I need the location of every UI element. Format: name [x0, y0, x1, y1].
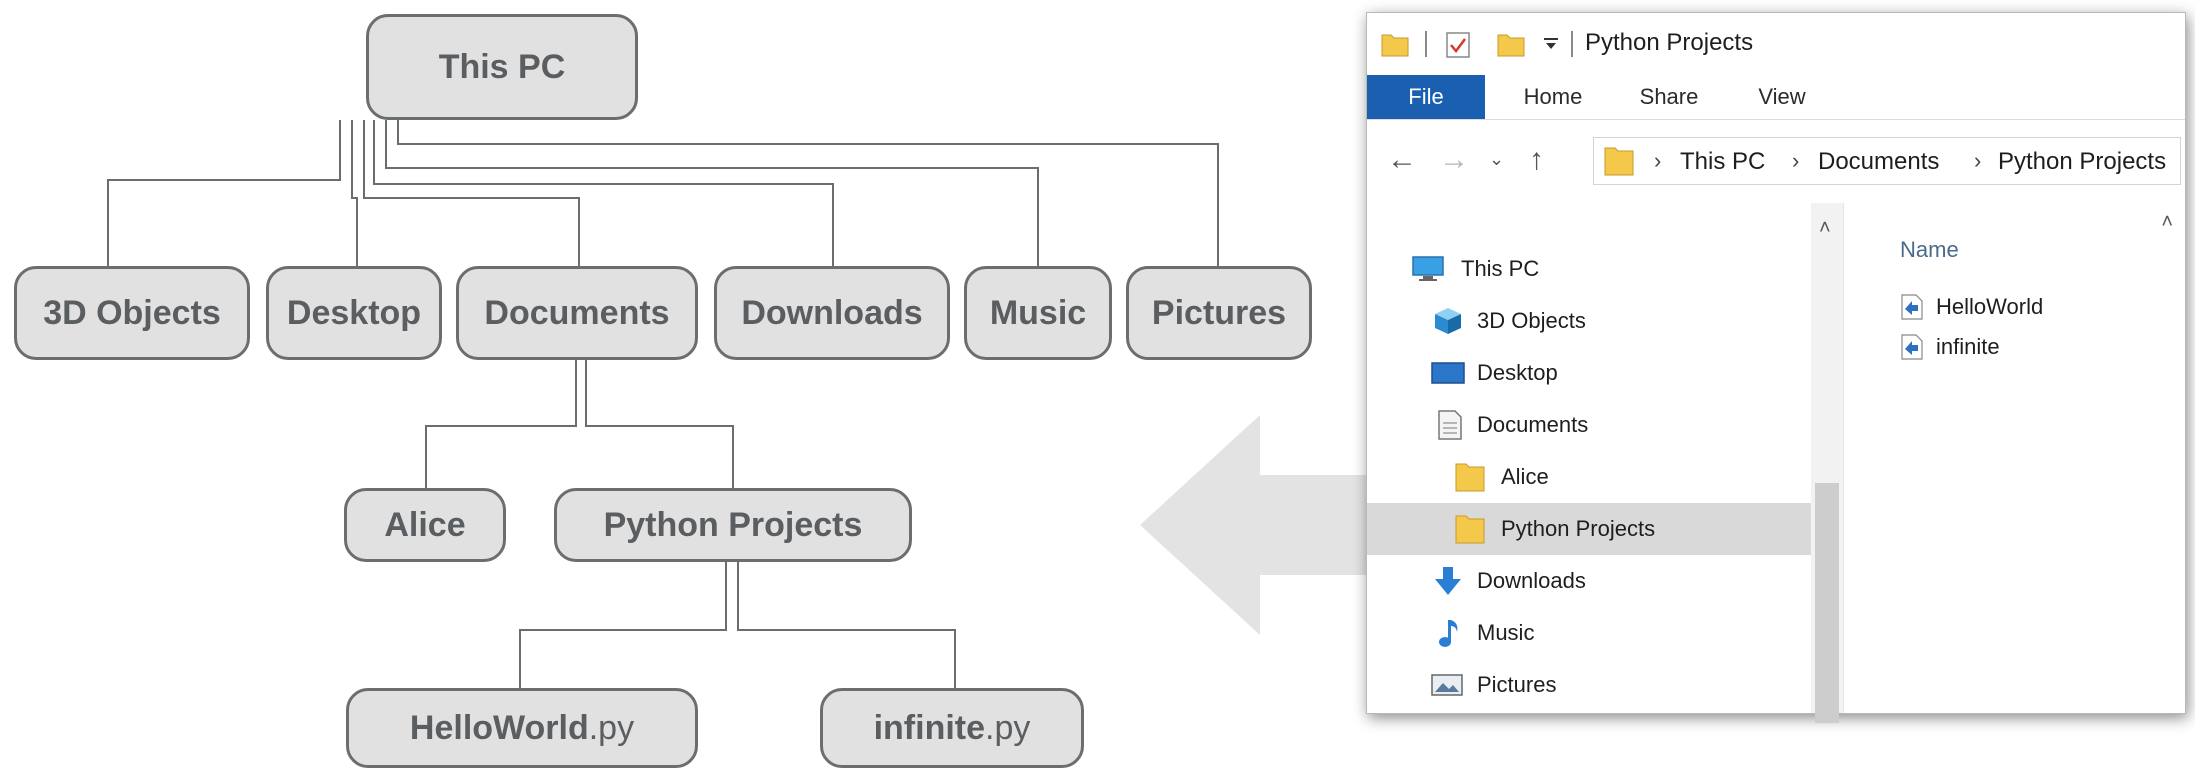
breadcrumb-separator: ›: [1792, 148, 1800, 173]
recent-locations-chevron-icon[interactable]: ⌄: [1489, 149, 1504, 170]
nav-item-desktop[interactable]: Desktop: [1367, 347, 1811, 399]
tab-file[interactable]: File: [1367, 75, 1485, 119]
breadcrumb-python-projects[interactable]: Python Projects: [1998, 148, 2166, 176]
scroll-up-chevron-icon[interactable]: ˄: [1819, 217, 1831, 240]
node-downloads: Downloads: [714, 266, 950, 360]
python-file-icon: [1901, 294, 1923, 320]
nav-item-label: Pictures: [1477, 672, 1557, 697]
tab-home[interactable]: Home: [1503, 75, 1603, 119]
desktop-icon: [1431, 362, 1465, 384]
breadcrumb-separator: ›: [1974, 148, 1982, 173]
nav-item-label: Alice: [1501, 464, 1549, 489]
properties-check-icon[interactable]: [1445, 31, 1471, 59]
breadcrumb-documents[interactable]: Documents: [1818, 148, 1939, 176]
python-file-icon: [1901, 334, 1923, 360]
nav-item-python-projects[interactable]: Python Projects: [1367, 503, 1811, 555]
navigation-pane: This PC 3D Objects Desktop Documents Ali…: [1367, 203, 1811, 713]
nav-item-label: Downloads: [1477, 568, 1586, 593]
forward-arrow-icon[interactable]: →: [1439, 143, 1469, 177]
file-name: infinite: [873, 708, 986, 747]
nav-item-documents[interactable]: Documents: [1367, 399, 1811, 451]
node-alice: Alice: [344, 488, 506, 562]
up-arrow-icon[interactable]: ↑: [1529, 143, 1544, 177]
node-pictures: Pictures: [1126, 266, 1312, 360]
nav-item-label: Python Projects: [1501, 516, 1656, 541]
breadcrumb-separator: ›: [1654, 148, 1662, 173]
nav-item-label: Desktop: [1477, 360, 1558, 385]
window-title: Python Projects: [1585, 29, 1754, 56]
title-separator: [1425, 31, 1427, 57]
file-item-helloworld[interactable]: HelloWorld: [1900, 287, 2043, 327]
nav-item-label: Documents: [1477, 412, 1589, 437]
folder-icon: [1455, 463, 1485, 492]
file-item-label: HelloWorld: [1936, 294, 2044, 319]
ribbon-tabs: File Home Share View: [1367, 75, 2185, 120]
new-folder-icon[interactable]: [1497, 31, 1525, 57]
nav-item-label: Music: [1477, 620, 1535, 645]
file-item-label: infinite: [1936, 334, 2000, 359]
node-3d-objects: 3D Objects: [14, 266, 250, 360]
download-arrow-icon: [1435, 567, 1461, 595]
file-ext: .py: [985, 708, 1031, 747]
big-left-arrow: [1140, 415, 1380, 635]
folder-icon: [1381, 34, 1409, 57]
title-bar: Python Projects: [1367, 13, 2185, 75]
content-pane: Name ˄ HelloWorld infinite: [1843, 203, 2185, 713]
nav-item-music[interactable]: Music: [1367, 607, 1811, 659]
music-note-icon: [1439, 620, 1458, 647]
nav-item-alice[interactable]: Alice: [1367, 451, 1811, 503]
folder-icon: [1455, 515, 1485, 544]
back-arrow-icon[interactable]: ←: [1387, 143, 1417, 177]
sort-chevron-icon: ˄: [2161, 211, 2173, 233]
title-separator: [1571, 31, 1573, 57]
folder-icon: [1604, 147, 1634, 176]
node-desktop: Desktop: [266, 266, 442, 360]
file-item-infinite[interactable]: infinite: [1900, 327, 2000, 367]
tab-view[interactable]: View: [1737, 75, 1827, 119]
nav-item-this-pc[interactable]: This PC: [1367, 243, 1811, 295]
scrollbar-thumb[interactable]: [1815, 483, 1839, 723]
file-explorer-window: Python Projects File Home Share View ← →…: [1366, 12, 2186, 723]
address-bar[interactable]: › This PC › Documents › Python Projects: [1593, 137, 2181, 185]
node-documents: Documents: [456, 266, 698, 360]
node-music: Music: [964, 266, 1112, 360]
cube-icon: [1435, 308, 1461, 334]
customize-toolbar-icon[interactable]: [1543, 37, 1559, 51]
nav-item-label: This PC: [1461, 256, 1540, 281]
column-header-name[interactable]: Name: [1900, 237, 1959, 263]
breadcrumb-this-pc[interactable]: This PC: [1680, 148, 1765, 176]
monitor-icon: [1412, 256, 1444, 281]
file-name: HelloWorld: [409, 708, 589, 747]
nav-item-downloads[interactable]: Downloads: [1367, 555, 1811, 607]
document-icon: [1438, 410, 1462, 440]
node-infinite-py: infinite .py: [820, 688, 1084, 768]
tab-share[interactable]: Share: [1619, 75, 1719, 119]
node-helloworld-py: HelloWorld .py: [346, 688, 698, 768]
tree-connectors: [107, 120, 1219, 688]
nav-pane-scrollbar[interactable]: ˄: [1811, 203, 1843, 723]
picture-icon: [1431, 674, 1463, 696]
address-row: ← → ⌄ ↑ › This PC › Documents › Python P…: [1367, 133, 2185, 189]
node-this-pc: This PC: [366, 14, 638, 120]
file-ext: .py: [588, 708, 635, 747]
node-python-projects: Python Projects: [554, 488, 912, 562]
nav-item-label: 3D Objects: [1477, 308, 1586, 333]
nav-item-3d-objects[interactable]: 3D Objects: [1367, 295, 1811, 347]
nav-item-pictures[interactable]: Pictures: [1367, 659, 1811, 711]
